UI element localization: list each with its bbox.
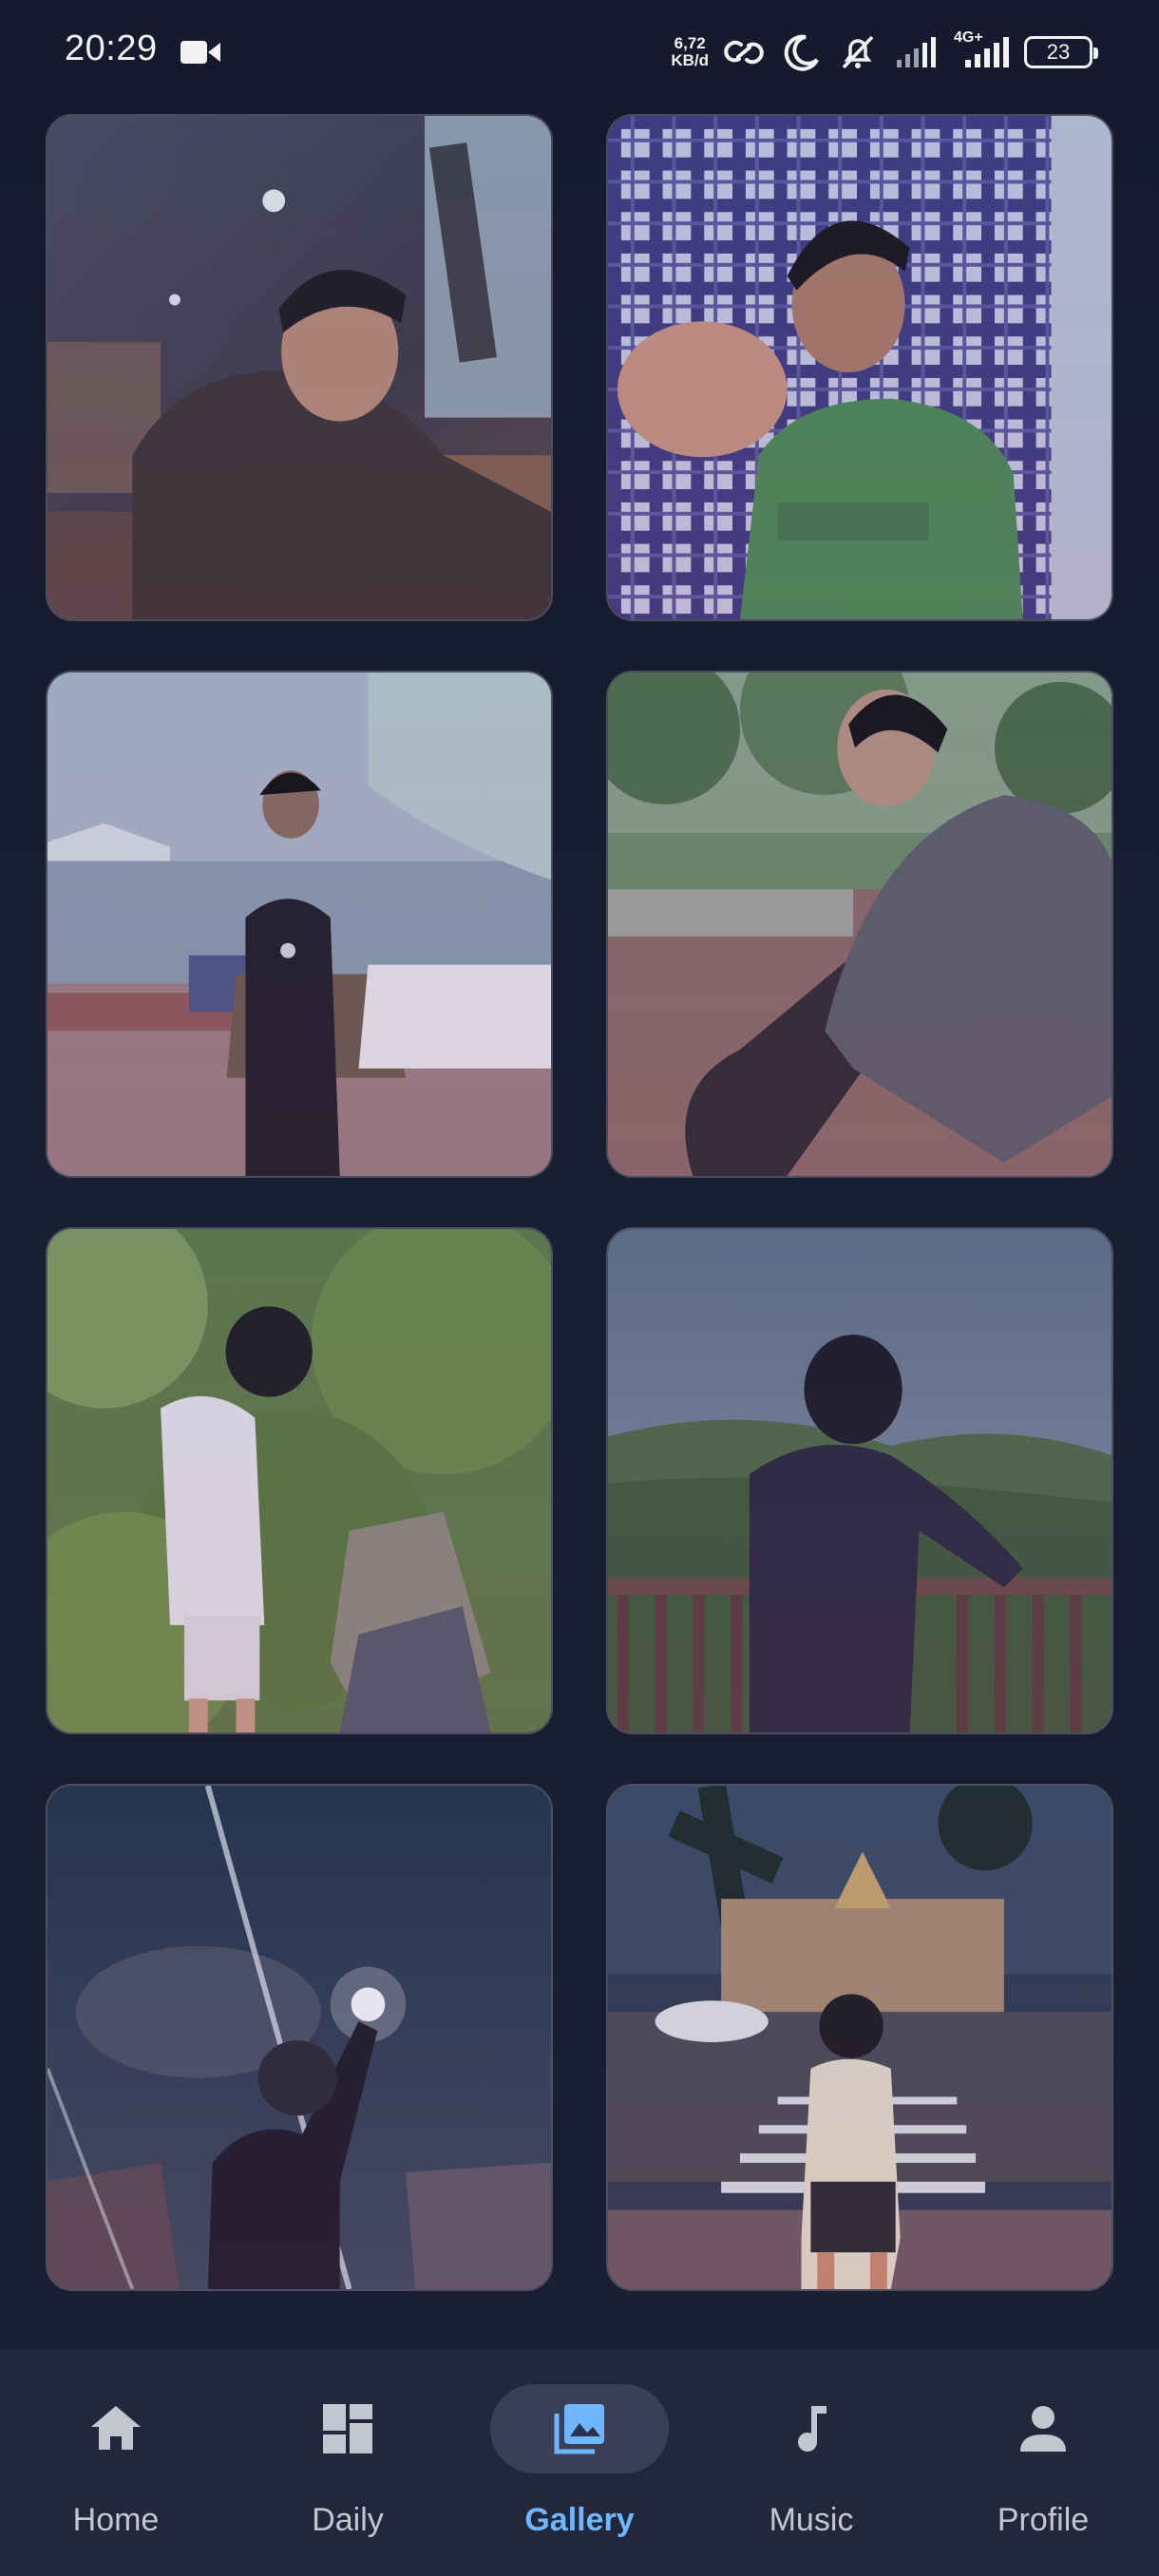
nav-label-gallery: Gallery: [524, 2502, 635, 2538]
photo-grid: [46, 114, 1113, 2291]
music-note-icon: [798, 2406, 826, 2452]
link-icon: [724, 40, 764, 65]
moon-icon: [784, 34, 819, 71]
image-icon: [554, 2404, 604, 2454]
network-speed: 6,72 KB/d: [671, 35, 709, 69]
photo-8[interactable]: [606, 1784, 1113, 2291]
photo-5[interactable]: [46, 1227, 553, 1734]
photo-1[interactable]: [46, 114, 553, 621]
person-icon: [1020, 2406, 1066, 2452]
status-time: 20:29: [65, 28, 158, 68]
photo-4[interactable]: [606, 671, 1113, 1178]
battery-level: 23: [1046, 40, 1071, 64]
photo-3[interactable]: [46, 671, 553, 1178]
speed-value: 6,72: [674, 34, 706, 52]
nav-label-music: Music: [769, 2502, 854, 2538]
battery-icon: 23: [1024, 36, 1098, 68]
status-bar: 20:29 6,72 KB/d 4G+ 23: [0, 0, 1159, 104]
nav-item-home[interactable]: Home: [0, 2350, 232, 2576]
nav-label-daily: Daily: [312, 2502, 384, 2538]
nav-label-profile: Profile: [997, 2502, 1090, 2538]
silent-icon: [842, 35, 874, 69]
nav-item-gallery[interactable]: Gallery: [464, 2350, 695, 2576]
home-icon: [91, 2406, 141, 2450]
signal-4g-icon: 4G+: [950, 29, 1011, 73]
status-icons: 6,72 KB/d 4G+ 23: [671, 27, 1098, 78]
dashboard-icon: [323, 2404, 372, 2453]
nav-item-music[interactable]: Music: [695, 2350, 927, 2576]
nav-label-home: Home: [72, 2502, 160, 2538]
photo-6[interactable]: [606, 1227, 1113, 1734]
nav-item-daily[interactable]: Daily: [232, 2350, 464, 2576]
video-record-icon: [180, 41, 220, 64]
bottom-navigation: Home Daily Gallery Music Profile: [0, 2350, 1159, 2576]
photo-2[interactable]: [606, 114, 1113, 621]
photo-7[interactable]: [46, 1784, 553, 2291]
signal-icon: [897, 37, 936, 67]
nav-item-profile[interactable]: Profile: [927, 2350, 1159, 2576]
speed-unit: KB/d: [671, 51, 709, 69]
